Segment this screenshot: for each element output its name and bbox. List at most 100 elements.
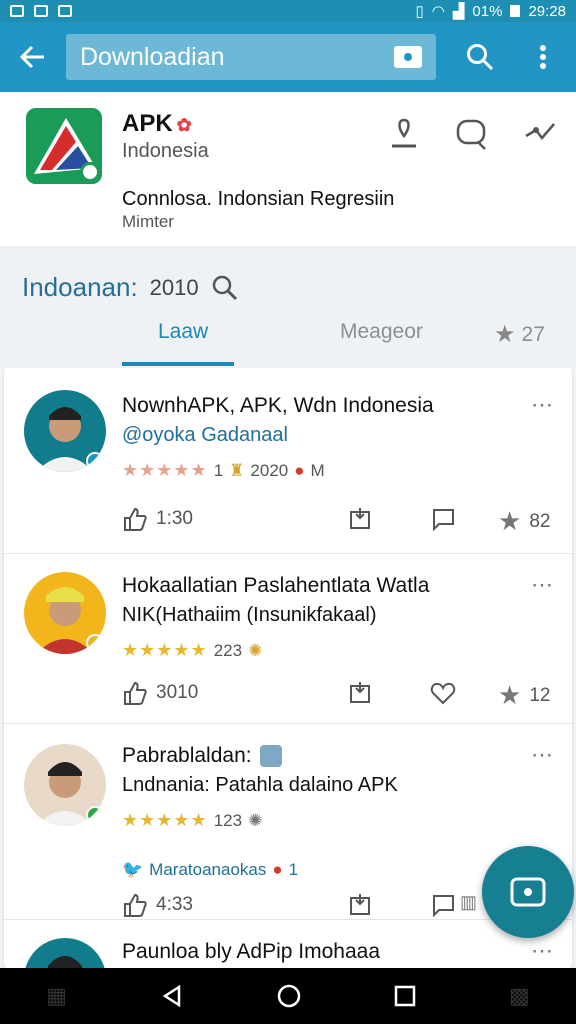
grid-icon: ▥ (460, 892, 478, 912)
qr-icon[interactable]: ▩ (509, 983, 530, 1009)
back-nav-icon[interactable] (160, 984, 184, 1008)
back-arrow-icon (20, 45, 44, 69)
camera-icon[interactable] (394, 46, 422, 68)
app-logo (26, 108, 102, 184)
post-title: Paunloa bly AdPip Imohaaa (122, 940, 381, 963)
twitter-icon: 🐦 (122, 860, 144, 879)
grid-button[interactable]: ▥ (460, 892, 477, 913)
twitter-link[interactable]: 🐦 Maratoanaokas ● 1 (122, 860, 298, 880)
repost-button[interactable] (348, 680, 374, 706)
signal-icon: ▟ (452, 3, 465, 20)
heart-icon (430, 682, 456, 705)
tab-rated-label: 27 (521, 322, 545, 346)
avatar[interactable] (24, 938, 106, 968)
star-icon: ★ (498, 506, 522, 536)
rating-stars-icon: ★★★★★ (122, 460, 208, 480)
download-icon[interactable] (386, 116, 422, 152)
search-icon[interactable] (211, 274, 239, 302)
tab-rated[interactable]: ★ 27 (494, 320, 545, 349)
home-nav-icon[interactable] (276, 983, 302, 1009)
notification-icon (34, 5, 48, 17)
more-options-button[interactable]: ⋯ (531, 572, 554, 598)
star-button[interactable]: ★ 12 (498, 680, 550, 711)
search-input[interactable]: Downloadian (66, 34, 436, 80)
post-title: Hokaallatian Paslahentlata Watla (122, 574, 430, 597)
repost-icon (350, 682, 370, 703)
star-button[interactable]: ★ 82 (498, 506, 550, 537)
avatar[interactable] (24, 390, 106, 472)
back-button[interactable] (0, 22, 66, 92)
camera-icon (510, 877, 546, 907)
system-nav-bar: ▦ ▩ (0, 968, 576, 1024)
list-item[interactable]: NownhAPK, APK, Wdn Indonesia @oyoka Gada… (4, 368, 572, 554)
like-button[interactable]: 3010 (122, 680, 198, 706)
status-bar: ▯ ◠ ▟ 01% 29:28 (0, 0, 576, 22)
emoji-icon: ✺ (248, 810, 263, 830)
like-button[interactable]: 1:30 (122, 506, 193, 532)
active-tab-indicator (122, 362, 234, 366)
search-button[interactable] (450, 22, 510, 92)
thumbs-up-icon (124, 893, 147, 917)
app-bar: Downloadian (0, 22, 576, 92)
verified-badge-icon (86, 806, 104, 824)
search-icon (467, 44, 494, 71)
star-icon: ★ (494, 321, 516, 348)
more-options-button[interactable]: ⋯ (531, 938, 554, 964)
thumbs-up-icon (124, 507, 147, 531)
recents-nav-icon[interactable] (394, 985, 416, 1007)
app-country: Indonesia (122, 140, 209, 162)
repost-button[interactable] (348, 892, 374, 918)
app-header: APK ✿ Indonesia Connlosa. Indonsian Regre… (0, 92, 576, 246)
repost-button[interactable] (348, 506, 374, 532)
screenshot-icon[interactable]: ▦ (46, 983, 67, 1009)
verified-badge-icon (86, 452, 104, 470)
comment-button[interactable] (430, 892, 456, 918)
favorite-button[interactable] (430, 680, 456, 706)
post-subtitle: NIK(Hathaiim (Insunikfakaal) (122, 604, 377, 626)
post-title: Pabrablaldan: (122, 744, 282, 768)
post-rating: ★★★★★ 1 ♜ 2020 ● M (122, 460, 325, 480)
avatar[interactable] (24, 572, 106, 654)
post-title: NownhAPK, APK, Wdn Indonesia (122, 394, 434, 417)
like-button[interactable]: 4:33 (122, 892, 193, 918)
tab-manager[interactable]: Meageor (340, 320, 423, 344)
thumbs-up-icon (124, 681, 147, 705)
more-vertical-icon (540, 45, 546, 69)
more-options-button[interactable]: ⋯ (531, 392, 554, 418)
list-item[interactable]: Hokaallatian Paslahentlata Watla NIK(Hat… (4, 554, 572, 724)
share-icon[interactable] (522, 116, 558, 152)
app-meta: Mimter (122, 212, 174, 231)
comment-icon[interactable] (454, 116, 490, 152)
filter-value: 2010 (149, 274, 199, 300)
comment-icon (433, 509, 454, 532)
trophy-icon: ✺ (248, 640, 263, 660)
filter-label: Indoanan: (22, 272, 138, 302)
tab-latest[interactable]: Laaw (158, 320, 208, 344)
app-badge-icon (259, 745, 282, 767)
flower-icon: ✿ (176, 115, 192, 135)
comment-button[interactable] (430, 506, 456, 532)
overflow-menu-button[interactable] (510, 22, 576, 92)
post-rating: ★★★★★ 223 ✺ (122, 640, 263, 660)
post-author[interactable]: @oyoka Gadanaal (122, 424, 288, 447)
app-name: APK ✿ (122, 110, 192, 137)
emoji-icon: ● (272, 860, 283, 879)
filter-field[interactable]: Indoanan: 2010 (22, 272, 239, 303)
rating-stars-icon: ★★★★★ (122, 640, 208, 660)
notification-icon (10, 5, 24, 17)
avatar[interactable] (24, 744, 106, 826)
notification-icon (58, 5, 72, 17)
tab-bar: Laaw Meageor ★ 27 (0, 312, 576, 368)
trophy-icon: ♜ (229, 460, 245, 480)
battery-percent: 01% (472, 2, 503, 20)
list-item[interactable]: Paunloa bly AdPip Imohaaa ⋯ (4, 920, 572, 968)
repost-icon (350, 894, 370, 915)
emoji-icon: ● (294, 460, 305, 480)
vibrate-icon: ▯ (415, 3, 424, 20)
compose-fab-button[interactable] (482, 846, 574, 938)
rating-stars-icon: ★★★★★ (122, 810, 208, 830)
more-options-button[interactable]: ⋯ (531, 742, 554, 768)
comment-icon (433, 895, 454, 918)
app-description: Connlosa. Indonsian Regresiin (122, 188, 395, 210)
post-subtitle: Lndnania: Patahla dalaino APK (122, 774, 398, 796)
